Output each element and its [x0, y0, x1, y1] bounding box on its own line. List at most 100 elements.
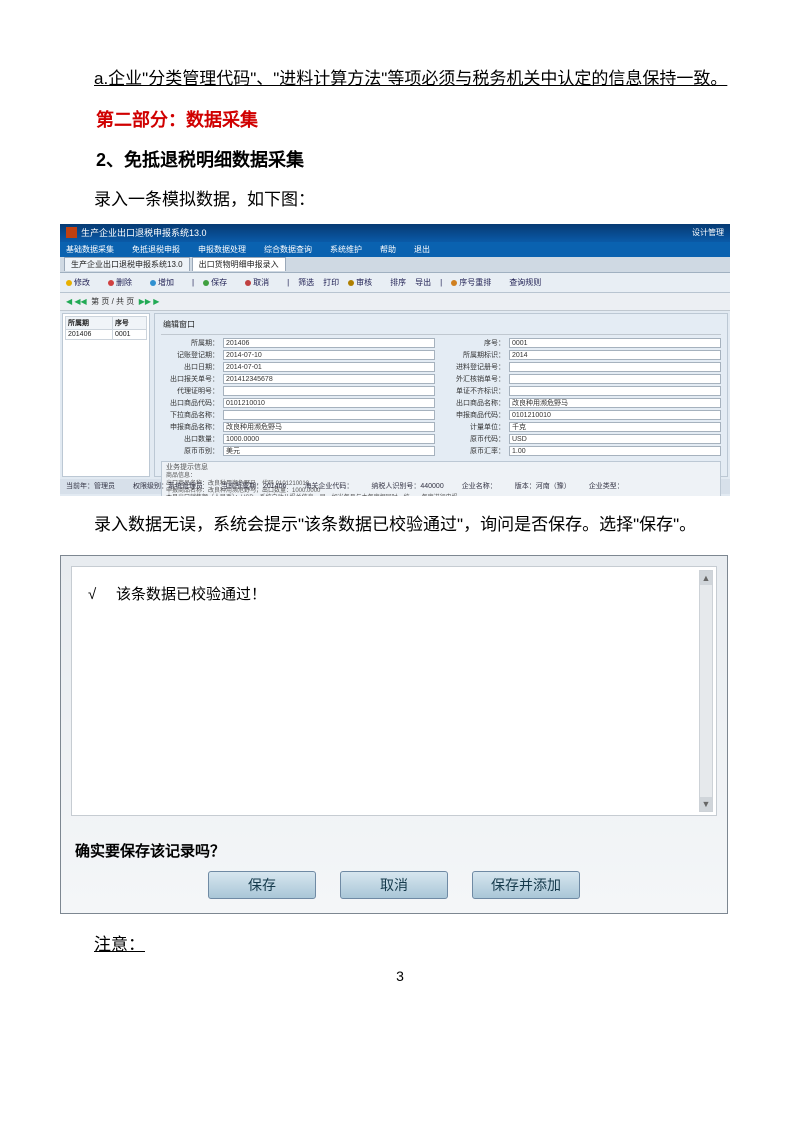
menu-item[interactable]: 退出 — [414, 244, 430, 255]
form-field: 出口商品名称：改良种用濒危野马 — [447, 398, 721, 408]
form-field: 代理证明号： — [161, 386, 435, 396]
field-label: 出口商品名称： — [447, 398, 509, 408]
tool-delete[interactable]: 删除 — [108, 277, 141, 288]
tool-export[interactable]: 导出 — [415, 277, 431, 288]
tool-renumber[interactable]: 序号重排 — [451, 277, 500, 288]
field-label: 原币汇率： — [447, 446, 509, 456]
intro-paragraph: a.企业"分类管理代码"、"进料计算方法"等项必须与税务机关中认定的信息保持一致… — [60, 60, 740, 97]
field-label: 单证不齐标识： — [447, 386, 509, 396]
tool-print[interactable]: 打印 — [323, 277, 339, 288]
form-field: 记账登记期：2014-07-10 — [161, 350, 435, 360]
menu-item[interactable]: 申报数据处理 — [198, 244, 246, 255]
tool-filter[interactable]: 筛选 — [298, 277, 314, 288]
field-input[interactable] — [509, 362, 721, 372]
field-input[interactable]: 美元 — [223, 446, 435, 456]
dialog-scrollbar[interactable]: ▲ ▼ — [699, 570, 713, 812]
field-input[interactable] — [223, 386, 435, 396]
field-label: 申报商品名称： — [161, 422, 223, 432]
form-field: 计量单位：千克 — [447, 422, 721, 432]
confirm-dialog: √ 该条数据已校验通过！ ▲ ▼ 确实要保存该记录吗？ 保存 取消 保存并添加 — [60, 555, 728, 914]
field-label: 出口数量： — [161, 434, 223, 444]
field-input[interactable]: USD — [509, 434, 721, 444]
field-input[interactable]: 1.00 — [509, 446, 721, 456]
field-input[interactable]: 0101210010 — [223, 398, 435, 408]
scroll-down-icon[interactable]: ▼ — [700, 797, 712, 811]
field-label: 序号： — [447, 338, 509, 348]
form-field: 序号：0001 — [447, 338, 721, 348]
menu-item[interactable]: 基础数据采集 — [66, 244, 114, 255]
save-add-button[interactable]: 保存并添加 — [472, 871, 580, 899]
app-tabbar: 生产企业出口退税申报系统13.0 出口货物明细申报录入 — [60, 257, 730, 273]
field-input[interactable]: 千克 — [509, 422, 721, 432]
form-field: 出口商品代码：0101210010 — [161, 398, 435, 408]
field-label: 原币币别： — [161, 446, 223, 456]
field-input[interactable]: 201412345678 — [223, 374, 435, 384]
field-label: 所属期标识： — [447, 350, 509, 360]
checkmark-icon: √ — [88, 586, 104, 603]
app-title-right: 设计管理 — [692, 227, 724, 238]
app-toolbar: 修改 删除 增加 | 保存 取消 | 筛选 打印 审核 排序 导出 | 序号重排… — [60, 273, 730, 293]
save-button[interactable]: 保存 — [208, 871, 316, 899]
form-field: 出口日期：2014-07-01 — [161, 362, 435, 372]
tool-audit[interactable]: 审核 — [348, 277, 381, 288]
field-label: 出口日期： — [161, 362, 223, 372]
field-label: 申报商品代码： — [447, 410, 509, 420]
cancel-button[interactable]: 取消 — [340, 871, 448, 899]
form-field: 申报商品名称：改良种用濒危野马 — [161, 422, 435, 432]
field-input[interactable] — [509, 386, 721, 396]
field-input[interactable] — [223, 410, 435, 420]
field-input[interactable] — [509, 374, 721, 384]
field-input[interactable]: 0001 — [509, 338, 721, 348]
app-title: 生产企业出口退税申报系统13.0 — [81, 226, 207, 239]
tool-edit[interactable]: 修改 — [66, 277, 99, 288]
part2-heading: 第二部分：数据采集 — [60, 101, 740, 141]
field-label: 出口商品代码： — [161, 398, 223, 408]
form-field: 外汇核销单号： — [447, 374, 721, 384]
field-input[interactable]: 1000.0000 — [223, 434, 435, 444]
form-field: 进料登记册号： — [447, 362, 721, 372]
field-input[interactable]: 改良种用濒危野马 — [223, 422, 435, 432]
instruction-1: 录入一条模拟数据，如下图： — [60, 181, 740, 218]
field-label: 出口报关单号： — [161, 374, 223, 384]
form-field: 原币汇率：1.00 — [447, 446, 721, 456]
field-input[interactable]: 201406 — [223, 338, 435, 348]
menu-item[interactable]: 综合数据查询 — [264, 244, 312, 255]
list-header: 序号 — [112, 316, 146, 329]
form-field: 所属期标识：2014 — [447, 350, 721, 360]
list-cell[interactable]: 201406 — [66, 329, 113, 339]
edit-panel: 编辑窗口 所属期：201406序号：0001记账登记期：2014-07-10所属… — [154, 313, 728, 477]
page-number: 3 — [60, 968, 740, 984]
field-label: 记账登记期： — [161, 350, 223, 360]
field-input[interactable]: 改良种用濒危野马 — [509, 398, 721, 408]
field-input[interactable]: 0101210010 — [509, 410, 721, 420]
form-field: 出口报关单号：201412345678 — [161, 374, 435, 384]
form-field: 下拉商品名称： — [161, 410, 435, 420]
field-input[interactable]: 2014 — [509, 350, 721, 360]
dialog-message: 该条数据已校验通过！ — [116, 586, 266, 603]
scroll-up-icon[interactable]: ▲ — [700, 571, 712, 585]
tool-save[interactable]: 保存 — [203, 277, 236, 288]
tool-query[interactable]: 查询规则 — [509, 277, 541, 288]
form-field: 原币币别：美元 — [161, 446, 435, 456]
menu-item[interactable]: 免抵退税申报 — [132, 244, 180, 255]
dialog-question: 确实要保存该记录吗？ — [75, 840, 713, 861]
tool-sort[interactable]: 排序 — [390, 277, 406, 288]
app-icon — [66, 227, 77, 238]
tab-entry[interactable]: 出口货物明细申报录入 — [192, 257, 286, 271]
dialog-message-area: √ 该条数据已校验通过！ ▲ ▼ — [71, 566, 717, 816]
menu-item[interactable]: 帮助 — [380, 244, 396, 255]
form-field: 出口数量：1000.0000 — [161, 434, 435, 444]
menu-item[interactable]: 系统维护 — [330, 244, 362, 255]
list-header: 所属期 — [66, 316, 113, 329]
tool-cancel[interactable]: 取消 — [245, 277, 278, 288]
field-input[interactable]: 2014-07-10 — [223, 350, 435, 360]
form-field: 申报商品代码：0101210010 — [447, 410, 721, 420]
form-field: 原币代码：USD — [447, 434, 721, 444]
panel-title: 编辑窗口 — [161, 317, 721, 335]
tab-home[interactable]: 生产企业出口退税申报系统13.0 — [64, 257, 190, 271]
tool-add[interactable]: 增加 — [150, 277, 183, 288]
field-input[interactable]: 2014-07-01 — [223, 362, 435, 372]
list-cell[interactable]: 0001 — [112, 329, 146, 339]
record-list: 所属期序号 2014060001 — [62, 313, 150, 477]
instruction-2: 录入数据无误，系统会提示"该条数据已校验通过"，询问是否保存。选择"保存"。 — [60, 506, 740, 543]
